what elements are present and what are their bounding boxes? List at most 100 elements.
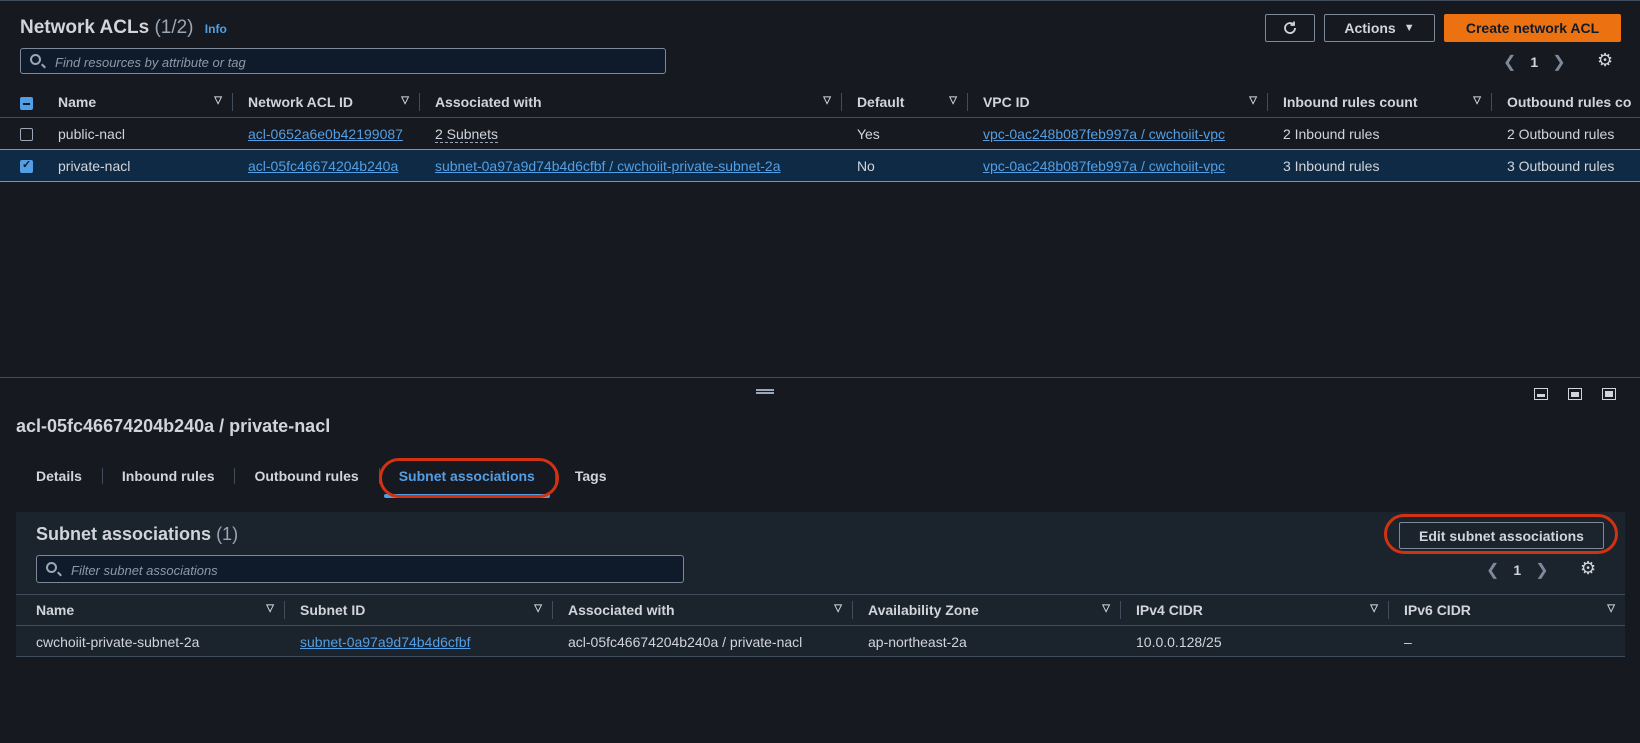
network-acls-panel: Network ACLs (1/2) Info Actions ▼ Create…: [0, 0, 1640, 377]
page-number[interactable]: 1: [1530, 54, 1538, 70]
table-header-row: Name ▽ Subnet ID ▽ Associated with ▽ Availa…: [16, 594, 1625, 626]
table-header-row: Name ▽ Network ACL ID ▽ Associated with ▽ D…: [0, 87, 1640, 118]
create-label: Create network ACL: [1465, 20, 1600, 36]
acl-id-link[interactable]: acl-0652a6e0b42199087: [248, 126, 403, 142]
row-checkbox[interactable]: [20, 128, 33, 142]
col-vpc-id[interactable]: VPC ID ▽: [966, 87, 1267, 118]
highlight-ring-tab: [379, 458, 559, 498]
sort-icon: ▽: [266, 603, 274, 614]
select-all-header: [0, 87, 40, 118]
selection-count: (1/2): [154, 17, 194, 38]
sort-icon: ▽: [949, 95, 957, 106]
sort-icon: ▽: [834, 603, 842, 614]
sort-icon: ▽: [1249, 95, 1257, 106]
sort-icon: ▽: [1473, 95, 1481, 106]
sort-icon: ▽: [823, 95, 831, 106]
sort-icon: ▽: [401, 95, 409, 106]
settings-gear-icon[interactable]: ⚙: [1597, 50, 1613, 71]
sort-icon: ▽: [1102, 603, 1110, 614]
panel-layout-controls: [1534, 388, 1616, 400]
associated-subnet-link[interactable]: subnet-0a97a9d74b4d6cfbf / cwchoiit-priv…: [435, 158, 781, 174]
tab-details[interactable]: Details: [16, 454, 102, 498]
acl-id-link[interactable]: acl-05fc46674204b240a: [248, 158, 398, 174]
associated-subnets[interactable]: 2 Subnets: [434, 125, 498, 143]
row-outbound: 2 Outbound rules: [1490, 117, 1640, 150]
vpc-id-link[interactable]: vpc-0ac248b087feb997a / cwchoiit-vpc: [983, 158, 1225, 174]
detail-title: acl-05fc46674204b240a / private-nacl: [16, 416, 331, 436]
sort-icon: ▽: [1370, 603, 1378, 614]
sort-icon: ▽: [534, 603, 542, 614]
col-name[interactable]: Name ▽: [40, 87, 232, 118]
panel-side-icon[interactable]: [1568, 388, 1582, 400]
col-ipv6[interactable]: IPv6 CIDR ▽: [1388, 595, 1625, 626]
select-all-checkbox[interactable]: [20, 96, 33, 110]
search-icon: [30, 54, 41, 65]
col-az[interactable]: Availability Zone ▽: [852, 595, 1120, 626]
panel-bottom-icon[interactable]: [1534, 388, 1548, 400]
table-row[interactable]: public-nacl acl-0652a6e0b42199087 2 Subn…: [0, 117, 1640, 150]
network-acl-table: Name ▽ Network ACL ID ▽ Associated with ▽ D…: [0, 87, 1640, 182]
table-row[interactable]: cwchoiit-private-subnet-2a subnet-0a97a9…: [16, 625, 1625, 657]
row-default: No: [840, 149, 967, 182]
row-associated: acl-05fc46674204b240a / private-nacl: [552, 625, 852, 657]
sort-icon: ▽: [214, 95, 222, 106]
split-panel: acl-05fc46674204b240a / private-nacl Det…: [0, 377, 1640, 743]
vpc-id-link[interactable]: vpc-0ac248b087feb997a / cwchoiit-vpc: [983, 126, 1225, 142]
chevron-right-icon[interactable]: ❯: [1552, 52, 1565, 72]
drag-handle-icon[interactable]: [756, 389, 774, 394]
tab-outbound-rules[interactable]: Outbound rules: [234, 454, 378, 498]
resource-search: [20, 48, 666, 74]
col-default[interactable]: Default ▽: [840, 87, 967, 118]
tab-tags[interactable]: Tags: [554, 454, 627, 498]
page-number[interactable]: 1: [1513, 562, 1521, 578]
subnet-id-link[interactable]: subnet-0a97a9d74b4d6cfbf: [300, 634, 470, 650]
col-associated[interactable]: Associated with ▽: [418, 87, 841, 118]
sort-icon: ▽: [1607, 603, 1615, 614]
row-checkbox-checked[interactable]: [20, 158, 33, 174]
row-default: Yes: [840, 117, 967, 150]
row-outbound: 3 Outbound rules: [1490, 149, 1640, 182]
col-inbound[interactable]: Inbound rules count ▽: [1266, 87, 1491, 118]
row-name: public-nacl: [40, 117, 232, 150]
search-input[interactable]: [53, 52, 657, 72]
panel-maximize-icon[interactable]: [1602, 388, 1616, 400]
refresh-icon: [1284, 21, 1296, 34]
caret-down-icon: ▼: [1403, 22, 1415, 34]
refresh-button[interactable]: [1265, 14, 1315, 42]
subnet-pagination: ❮ 1 ❯: [1486, 560, 1549, 580]
section-count: (1): [216, 524, 239, 544]
row-name: cwchoiit-private-subnet-2a: [16, 625, 284, 657]
row-az: ap-northeast-2a: [852, 625, 1120, 657]
col-outbound[interactable]: Outbound rules co: [1490, 87, 1640, 118]
highlight-ring-edit: [1384, 514, 1618, 554]
info-link[interactable]: Info: [205, 22, 227, 36]
search-icon: [46, 562, 57, 573]
col-name[interactable]: Name ▽: [16, 595, 284, 626]
row-inbound: 2 Inbound rules: [1266, 117, 1491, 150]
chevron-right-icon[interactable]: ❯: [1535, 560, 1548, 580]
table-row-selected[interactable]: private-nacl acl-05fc46674204b240a subne…: [0, 149, 1640, 182]
row-ipv4: 10.0.0.128/25: [1120, 625, 1388, 657]
subnet-filter: [36, 555, 684, 583]
page-title: Network ACLs (1/2) Info: [20, 17, 227, 39]
pagination: ❮ 1 ❯: [1503, 52, 1566, 72]
col-associated[interactable]: Associated with ▽: [552, 595, 852, 626]
actions-label: Actions: [1344, 20, 1396, 36]
row-name: private-nacl: [40, 149, 232, 182]
col-acl-id[interactable]: Network ACL ID ▽: [232, 87, 419, 118]
subnet-associations-table: Name ▽ Subnet ID ▽ Associated with ▽ Availa…: [16, 594, 1625, 657]
actions-dropdown[interactable]: Actions ▼: [1324, 14, 1435, 42]
settings-gear-icon[interactable]: ⚙: [1580, 558, 1596, 579]
chevron-left-icon[interactable]: ❮: [1503, 52, 1516, 72]
section-title-text: Subnet associations: [36, 524, 212, 544]
chevron-left-icon[interactable]: ❮: [1486, 560, 1499, 580]
col-ipv4[interactable]: IPv4 CIDR ▽: [1120, 595, 1388, 626]
page-title-text: Network ACLs: [20, 17, 150, 38]
col-subnet-id[interactable]: Subnet ID ▽: [284, 595, 552, 626]
section-title: Subnet associations (1): [36, 524, 238, 545]
tab-inbound-rules[interactable]: Inbound rules: [101, 454, 235, 498]
row-inbound: 3 Inbound rules: [1266, 149, 1491, 182]
row-ipv6: –: [1388, 625, 1625, 657]
create-network-acl-button[interactable]: Create network ACL: [1444, 14, 1621, 42]
filter-input[interactable]: [69, 560, 673, 580]
